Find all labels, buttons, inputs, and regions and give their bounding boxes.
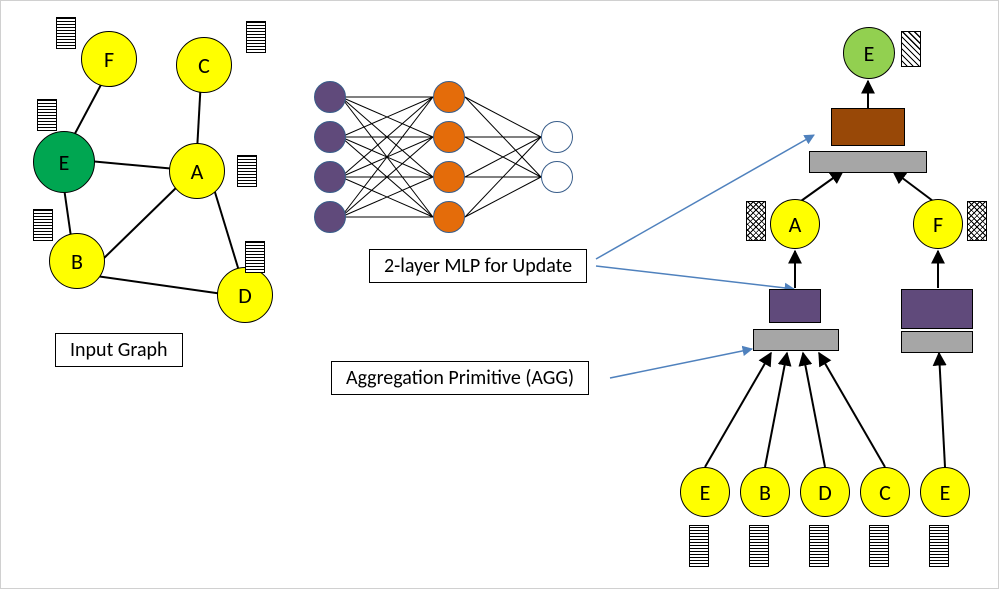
tree-mid-A-label: A bbox=[789, 211, 802, 238]
tree-leaf-B: B bbox=[740, 467, 790, 517]
agg-box-A bbox=[753, 329, 839, 351]
tree-leaf-E: E bbox=[680, 467, 730, 517]
update-box-top bbox=[831, 108, 905, 146]
mlp-l3-n1 bbox=[541, 121, 573, 153]
node-F-label: F bbox=[104, 46, 114, 73]
feature-vec-icon bbox=[245, 241, 265, 273]
tree-leaf-C: C bbox=[860, 467, 910, 517]
update-box-A bbox=[769, 289, 821, 323]
feature-vec-icon bbox=[56, 17, 76, 49]
connector-lines bbox=[1, 1, 999, 590]
agg-caption-text: Aggregation Primitive (AGG) bbox=[346, 366, 574, 390]
tree-leaf-D-label: D bbox=[818, 479, 832, 506]
agg-box-top bbox=[809, 151, 927, 173]
mlp-l1-n1 bbox=[314, 81, 346, 113]
mlp-l1-n3 bbox=[314, 161, 346, 193]
mlp-l2-n2 bbox=[433, 121, 465, 153]
feature-vec-icon bbox=[809, 525, 829, 567]
agg-box-F bbox=[901, 331, 973, 353]
node-B-label: B bbox=[71, 248, 83, 275]
tree-leaf-E2-label: E bbox=[940, 479, 951, 506]
tree-leaf-E2: E bbox=[920, 467, 970, 517]
node-A-label: A bbox=[191, 158, 204, 185]
mlp-l1-n2 bbox=[314, 121, 346, 153]
mlp-l1-n4 bbox=[314, 201, 346, 233]
tree-leaf-E-label: E bbox=[700, 479, 711, 506]
feature-vec-icon bbox=[901, 31, 921, 67]
feature-vec-icon bbox=[33, 209, 53, 241]
mlp-l2-n1 bbox=[433, 81, 465, 113]
mlp-l2-n3 bbox=[433, 161, 465, 193]
node-D: D bbox=[217, 267, 273, 323]
node-E-label: E bbox=[59, 149, 70, 176]
tree-leaf-D: D bbox=[800, 467, 850, 517]
node-C-label: C bbox=[198, 52, 210, 79]
input-graph-caption-text: Input Graph bbox=[70, 338, 168, 362]
diagram-canvas: F C E A B D Input Graph 2-layer MLP for … bbox=[0, 0, 999, 589]
input-graph-caption: Input Graph bbox=[55, 333, 183, 367]
mlp-caption-text: 2-layer MLP for Update bbox=[384, 254, 572, 278]
feature-vec-icon bbox=[746, 201, 766, 241]
mlp-l2-n4 bbox=[433, 201, 465, 233]
tree-leaf-B-label: B bbox=[759, 479, 771, 506]
node-D-label: D bbox=[238, 282, 252, 309]
tree-mid-F: F bbox=[913, 199, 963, 249]
node-A: A bbox=[169, 143, 225, 199]
feature-vec-icon bbox=[689, 525, 709, 567]
feature-vec-icon bbox=[869, 525, 889, 567]
tree-top-E-label: E bbox=[864, 40, 875, 67]
tree-mid-F-label: F bbox=[933, 211, 943, 238]
agg-caption: Aggregation Primitive (AGG) bbox=[331, 361, 589, 395]
node-E: E bbox=[33, 131, 95, 193]
mlp-l3-n2 bbox=[541, 161, 573, 193]
tree-leaf-C-label: C bbox=[879, 479, 891, 506]
mlp-caption: 2-layer MLP for Update bbox=[369, 249, 587, 283]
feature-vec-icon bbox=[37, 99, 57, 131]
feature-vec-icon bbox=[929, 525, 949, 567]
tree-mid-A: A bbox=[770, 199, 820, 249]
feature-vec-icon bbox=[749, 525, 769, 567]
node-C: C bbox=[176, 37, 232, 93]
feature-vec-icon bbox=[246, 21, 266, 53]
feature-vec-icon bbox=[237, 155, 257, 187]
node-F: F bbox=[81, 31, 137, 87]
feature-vec-icon bbox=[967, 201, 987, 241]
node-B: B bbox=[49, 233, 105, 289]
update-box-F bbox=[901, 289, 973, 329]
tree-top-E: E bbox=[843, 27, 895, 79]
